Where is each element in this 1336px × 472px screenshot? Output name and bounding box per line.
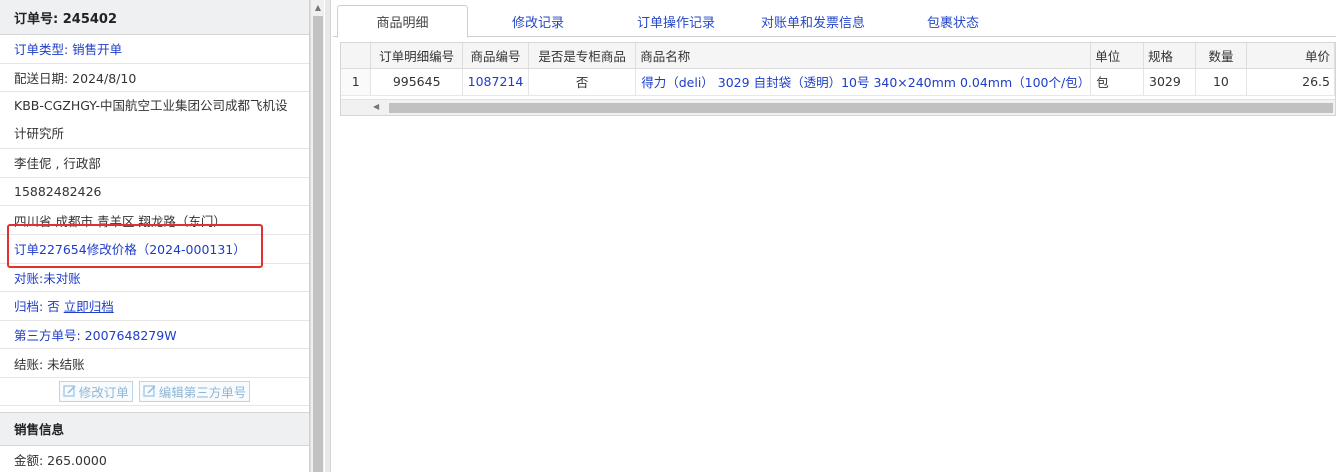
table-header: 订单明细编号 商品编号 是否是专柜商品 商品名称 单位 规格 数量 单价 [341, 43, 1335, 69]
col-product-name[interactable]: 商品名称 [635, 43, 1092, 69]
sales-info-header: 销售信息 [0, 411, 309, 446]
tab-edit-history[interactable]: 修改记录 [478, 5, 598, 37]
order-actions: 修改订单 编辑第三方单号 [0, 378, 309, 406]
product-name-link[interactable]: 得力（deli） 3029 自封袋（透明）10号 340×240mm 0.04m… [635, 68, 1092, 96]
tab-order-operations[interactable]: 订单操作记录 [613, 5, 739, 37]
reconcile-status: 对账: 未对账 [0, 264, 309, 293]
scroll-left-icon[interactable]: ◀ [373, 102, 379, 111]
col-row-number [341, 43, 372, 69]
archive-label: 归档: [14, 299, 44, 315]
grid-scroll-thumb[interactable] [389, 103, 1333, 113]
edit-icon [63, 385, 76, 398]
tab-bar: 商品明细 修改记录 订单操作记录 对账单和发票信息 包裹状态 [333, 0, 1336, 38]
sales-amount: 金额: 265.0000 [0, 446, 309, 472]
detail-id-cell: 995645 [370, 68, 463, 96]
col-spec[interactable]: 规格 [1143, 43, 1196, 69]
row-number: 1 [341, 68, 372, 96]
reconcile-value: 未对账 [43, 270, 81, 286]
scroll-up-icon[interactable]: ▲ [311, 0, 325, 14]
edit-order-button[interactable]: 修改订单 [58, 380, 133, 402]
product-table: 订单明细编号 商品编号 是否是专柜商品 商品名称 单位 规格 数量 单价 1 9… [341, 43, 1335, 96]
tab-product-details[interactable]: 商品明细 [337, 5, 468, 38]
third-party-number: 第三方单号: 2007648279W [0, 321, 309, 350]
phone-number: 15882482426 [0, 178, 309, 207]
edit-icon [143, 385, 156, 398]
archive-value: 否 [47, 299, 60, 315]
settlement-status: 结账: 未结账 [0, 349, 309, 378]
reconcile-label: 对账: [14, 270, 44, 286]
tab-statement-invoice[interactable]: 对账单和发票信息 [743, 5, 883, 37]
order-type: 订单类型: 销售开单 [0, 35, 309, 64]
price-change-link[interactable]: 订单227654修改价格（2024-000131） [0, 235, 309, 264]
detail-area: 商品明细 修改记录 订单操作记录 对账单和发票信息 包裹状态 订单明细编号 商品… [333, 0, 1336, 472]
unit-price-cell: 26.5 [1246, 68, 1335, 96]
col-unit[interactable]: 单位 [1090, 43, 1145, 69]
col-quantity[interactable]: 数量 [1195, 43, 1248, 69]
col-counter-product[interactable]: 是否是专柜商品 [528, 43, 637, 69]
customer-name: KBB-CGZHGY-中国航空工业集团公司成都飞机设计研究所 [0, 92, 309, 150]
order-info-panel: 订单号: 245402 订单类型: 销售开单 配送日期: 2024/8/10 K… [0, 0, 310, 472]
product-grid: 订单明细编号 商品编号 是否是专柜商品 商品名称 单位 规格 数量 单价 1 9… [340, 42, 1336, 116]
col-unit-price[interactable]: 单价 [1246, 43, 1335, 69]
contact-person: 李佳伲 , 行政部 [0, 149, 309, 178]
quantity-cell: 10 [1195, 68, 1248, 96]
page: 订单号: 245402 订单类型: 销售开单 配送日期: 2024/8/10 K… [0, 0, 1336, 472]
grid-horizontal-scrollbar[interactable]: ◀ [341, 99, 1335, 115]
edit-third-party-button[interactable]: 编辑第三方单号 [138, 380, 251, 402]
archive-now-link[interactable]: 立即归档 [64, 296, 114, 315]
col-detail-id[interactable]: 订单明细编号 [370, 43, 463, 69]
order-number-header: 订单号: 245402 [0, 0, 309, 35]
unit-cell: 包 [1090, 68, 1145, 96]
delivery-address: 四川省 成都市 青羊区 翔龙路（东门） [0, 206, 309, 235]
scroll-thumb[interactable] [313, 16, 323, 472]
spec-cell: 3029 [1143, 68, 1196, 96]
archive-status: 归档: 否 立即归档 [0, 292, 309, 321]
left-scrollbar[interactable]: ▲ [310, 0, 324, 472]
delivery-date: 配送日期: 2024/8/10 [0, 64, 309, 93]
panel-splitter[interactable] [325, 0, 331, 472]
product-id-link[interactable]: 1087214 [462, 68, 530, 96]
col-product-id[interactable]: 商品编号 [462, 43, 530, 69]
table-row[interactable]: 1 995645 1087214 否 得力（deli） 3029 自封袋（透明）… [341, 68, 1335, 96]
tab-package-status[interactable]: 包裹状态 [903, 5, 1003, 37]
counter-product-cell: 否 [528, 68, 637, 96]
